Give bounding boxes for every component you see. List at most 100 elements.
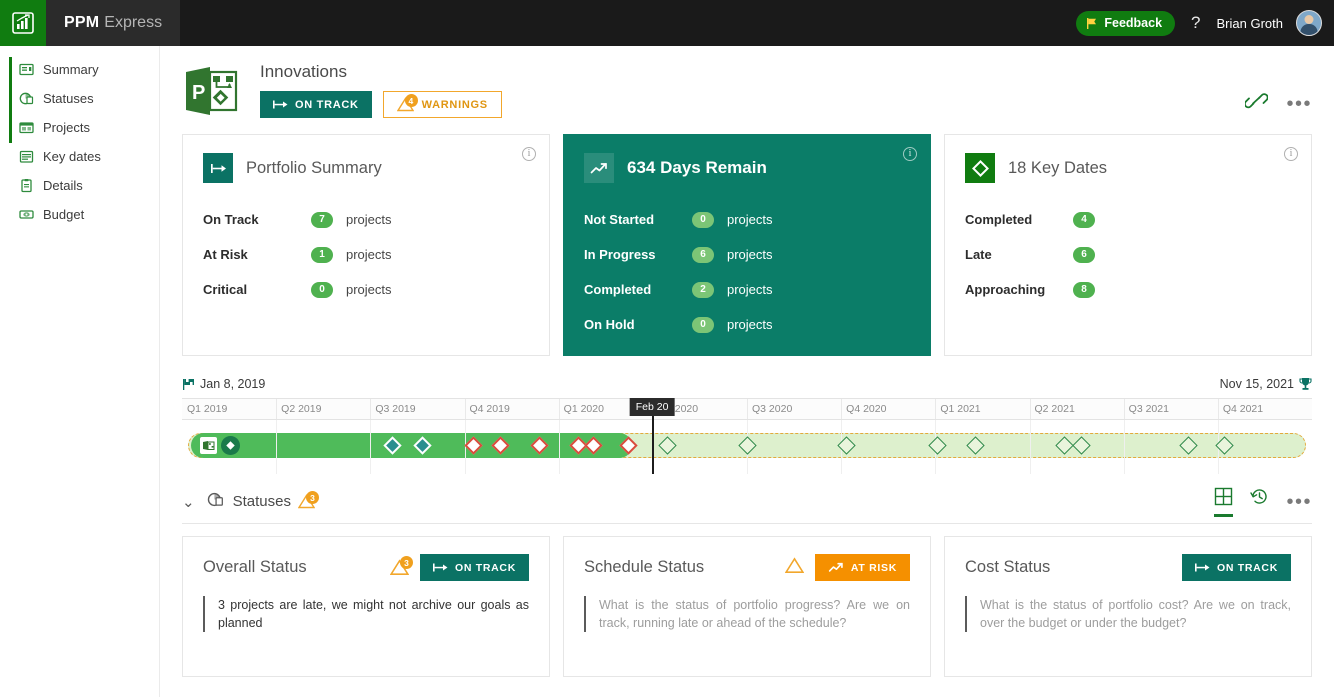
timeline-today-label: Feb 20 [629,398,675,416]
card-header: Cost Status ON TRACK [965,554,1291,581]
timeline-end: Nov 15, 2021 [1220,377,1312,391]
project-status-badge[interactable]: ON TRACK [260,91,372,118]
timeline-scale: Q1 2019 Q2 2019 Q3 2019 Q4 2019 Q1 2020 Q2 20… [182,398,1312,420]
sidebar-item-label: Budget [43,207,85,222]
statuses-view-actions: ••• [1214,487,1312,517]
help-button[interactable]: ? [1188,13,1203,33]
details-icon [18,178,34,194]
key-dates-card: i 18 Key Dates Completed 4 Late 6 Approa… [944,134,1312,356]
status-chip[interactable]: AT RISK [814,554,910,581]
page-title: Innovations [260,62,347,81]
timeline-quarter-label: Q3 2021 [1128,403,1169,415]
info-icon[interactable]: i [1284,147,1298,161]
sidebar-item-summary[interactable]: Summary [0,55,159,84]
brand-block[interactable]: PPM Express [46,0,180,46]
timeline-quarter-label: Q3 2019 [375,403,416,415]
warning-triangle-icon: 3 [389,556,413,576]
info-icon[interactable]: i [522,147,536,161]
card-title: Schedule Status [584,558,705,576]
sidebar-item-details[interactable]: Details [0,171,159,200]
statuses-icon [207,491,224,513]
timeline-progress-bar[interactable] [191,433,632,458]
sidebar-active-accent [9,57,12,143]
ms-project-icon [200,437,218,454]
timeline-quarter-label: Q3 2020 [752,403,793,415]
sidebar-item-label: Key dates [43,149,101,164]
timeline-gridline [1123,420,1125,474]
timeline-start-date: Jan 8, 2019 [200,377,266,391]
kpi-label: Completed [965,212,1033,227]
kpi-count-badge: 8 [1073,281,1095,298]
status-description: 3 projects are late, we might not archiv… [218,598,529,630]
card-header: Portfolio Summary [203,153,529,183]
info-icon[interactable]: i [903,147,917,161]
kpi-row: On Track 7 projects [203,202,529,237]
project-warnings-badge[interactable]: 4 WARNINGS [382,91,502,118]
header-actions: ••• [1244,62,1312,117]
card-header-actions: ON TRACK [1181,554,1291,581]
sidebar-item-statuses[interactable]: Statuses [0,84,159,113]
card-header: 634 Days Remain [584,153,910,183]
statuses-icon [18,91,34,107]
trophy-icon [1299,378,1312,390]
status-description-placeholder[interactable]: What is the status of portfolio progress… [599,596,910,632]
project-warnings-label: WARNINGS [421,98,488,111]
sidebar-item-budget[interactable]: Budget [0,200,159,229]
cost-status-card: Cost Status ON TRACK What is the status … [944,536,1312,677]
kpi-count-badge: 0 [692,211,714,228]
sidebar-item-label: Details [43,178,83,193]
timeline-gridline [276,420,278,474]
ellipsis-icon[interactable]: ••• [1286,94,1312,114]
milestone-arrow-icon [273,100,288,109]
statuses-section-title: Statuses [232,493,291,510]
portfolio-summary-card: i Portfolio Summary On Track 7 projects [182,134,550,356]
milestone-arrow-icon [1194,563,1210,572]
kpi-row: Completed 2 projects [584,272,910,307]
sidebar-item-projects[interactable]: Projects [0,113,159,142]
overall-status-card: Overall Status 3 ON TRACK 3 projects are… [182,536,550,677]
timeline-quarter-label: Q4 2019 [469,403,510,415]
topbar-right-group: Feedback ? Brian Groth [1076,10,1334,36]
timeline-gridline [1029,420,1031,474]
diamond-icon [221,436,241,455]
avatar[interactable] [1296,10,1322,36]
project-status-label: ON TRACK [295,98,359,111]
flag-icon [1087,17,1097,29]
kpi-count-badge: 6 [1073,246,1095,263]
project-badge-row: ON TRACK 4 WARNINGS [260,91,502,118]
kpi-count-badge: 0 [311,281,333,298]
grid-view-icon[interactable] [1214,487,1234,517]
kpi-row: On Hold 0 projects [584,307,910,342]
chevron-down-icon[interactable]: ⌄ [182,493,207,511]
status-chip[interactable]: ON TRACK [419,554,529,581]
warning-triangle-icon: 3 [297,491,319,509]
kpi-row: Completed 4 [965,202,1291,237]
card-title: Overall Status [203,558,307,576]
sidebar-item-key-dates[interactable]: Key dates [0,142,159,171]
kpi-unit: projects [346,212,392,227]
brand-name-primary: PPM [64,14,100,31]
kpi-label: On Track [203,212,259,227]
trending-up-icon [584,153,614,183]
history-clock-icon[interactable] [1250,487,1269,517]
link-icon[interactable] [1244,90,1270,117]
feedback-button[interactable]: Feedback [1076,10,1176,36]
project-header-text: Innovations ON TRACK 4 WARNINGS [260,62,502,118]
timeline-quarter-label: Q2 2019 [281,403,322,415]
status-chip[interactable]: ON TRACK [1181,554,1291,581]
ellipsis-icon[interactable]: ••• [1286,492,1312,512]
timeline-track[interactable]: Feb 20 [182,398,1312,474]
app-logo-tile[interactable] [0,0,46,46]
status-chip-label: ON TRACK [454,561,516,574]
kpi-row: Critical 0 projects [203,272,529,307]
kpi-count-badge: 6 [692,246,714,263]
user-name-label[interactable]: Brian Groth [1217,16,1283,31]
sidebar-item-label: Projects [43,120,90,135]
ms-project-icon: P [182,62,240,120]
page-body: Summary Statuses Projects Key dates Deta… [0,46,1334,697]
sidebar: Summary Statuses Projects Key dates Deta… [0,46,160,697]
kpi-count-badge: 0 [692,316,714,333]
milestone-arrow-icon [203,153,233,183]
status-description-placeholder[interactable]: What is the status of portfolio cost? Ar… [980,596,1291,632]
kpi-unit: projects [346,247,392,262]
